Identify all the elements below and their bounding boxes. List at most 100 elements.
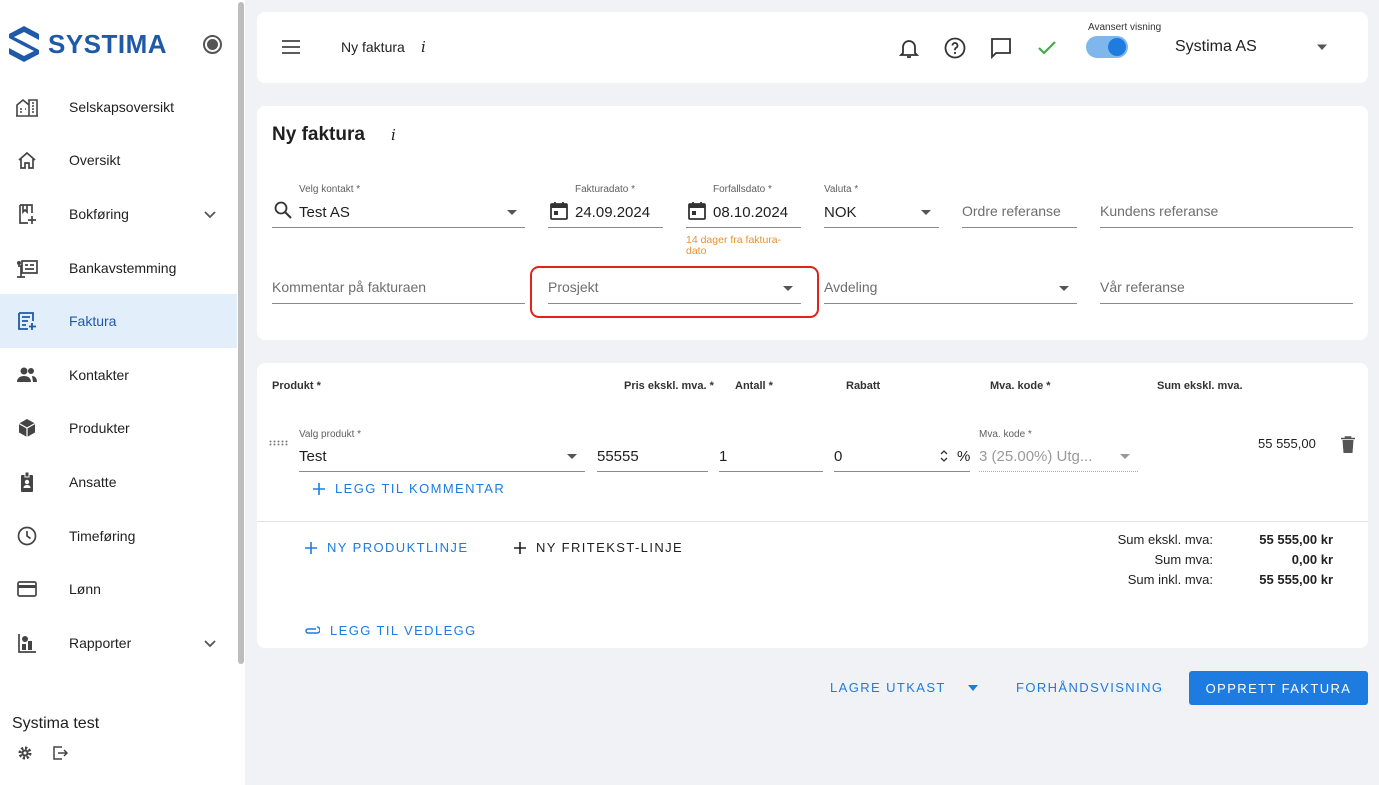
topbar: Ny faktura i Avansert visning Systima AS [257,12,1368,83]
logout-icon[interactable] [52,745,68,761]
calendar-icon[interactable] [688,201,706,220]
drag-handle-icon[interactable] [269,440,288,446]
card-icon [16,578,38,600]
due-date-hint: 14 dager fra faktura-dato [686,234,782,257]
sidebar-item-produkter[interactable]: Produkter [0,402,237,456]
caret-down-icon[interactable] [1059,286,1069,291]
project-highlight-annotation [530,266,819,318]
sum-excl-vat-label: Sum ekskl. mva: [1117,532,1213,547]
order-reference-placeholder: Ordre referanse [962,203,1061,219]
invoice-comment-placeholder: Kommentar på fakturaen [272,279,427,295]
invoice-icon [16,310,38,332]
caret-down-icon[interactable] [1120,454,1130,459]
chevron-down-icon[interactable] [202,635,218,651]
currency-value: NOK [824,204,857,221]
sidebar-item-faktura[interactable]: Faktura [0,294,237,348]
bell-icon[interactable] [897,36,921,60]
caret-down-icon[interactable] [507,210,517,215]
sidebar-item-label: Ansatte [69,473,117,490]
new-freetext-line-button[interactable]: NY FRITEKST-LINJE [514,540,683,555]
hamburger-menu-icon[interactable] [282,40,300,54]
invoice-date-field[interactable]: Fakturadato * 24.09.2024 [548,184,663,228]
discount-value: 0 [834,448,843,465]
invoice-comment-input[interactable]: Kommentar på fakturaen [272,264,525,304]
calendar-icon[interactable] [550,201,568,220]
product-value: Test [299,448,327,465]
page-title: Ny faktura [272,124,365,145]
chat-icon[interactable] [989,36,1013,60]
sidebar-item-kontakter[interactable]: Kontakter [0,348,237,402]
sidebar-item-timeforing[interactable]: Timeføring [0,509,237,563]
save-draft-button[interactable]: LAGRE UTKAST [830,680,946,695]
sidebar-item-bokforing[interactable]: Bokføring [0,187,237,241]
book-plus-icon [16,203,38,225]
sidebar-item-selskapsoversikt[interactable]: Selskapsoversikt [0,80,237,134]
lines-divider [257,521,1368,522]
discount-input[interactable]: 0 % [834,431,970,472]
contact-label: Velg kontakt * [299,184,361,195]
sidebar-scrollbar[interactable] [238,2,244,664]
sidebar-item-label: Bankavstemming [69,259,177,276]
organization-select[interactable]: Systima AS [1175,38,1257,56]
info-icon[interactable]: i [421,38,426,56]
quantity-input[interactable]: 1 [719,431,823,472]
brand-logo[interactable]: SYSTIMA [8,24,167,64]
help-icon[interactable] [943,36,967,60]
our-reference-input[interactable]: Vår referanse [1100,264,1353,304]
create-invoice-label: OPPRETT FAKTURA [1205,680,1352,696]
trash-icon[interactable] [1341,436,1355,453]
sidebar-item-label: Oversikt [69,152,121,169]
spinner-arrows-icon[interactable] [940,449,948,463]
new-product-line-button[interactable]: NY PRODUKTLINJE [305,540,468,555]
sum-incl-vat-value: 55 555,00 kr [1259,572,1333,587]
check-icon[interactable] [1035,36,1059,60]
column-header-price: Pris ekskl. mva. * [624,380,714,392]
currency-select[interactable]: Valuta * NOK [824,184,939,228]
price-input[interactable]: 55555 [597,431,708,472]
sidebar-nav: Selskapsoversikt Oversikt Bokføring Bank… [0,80,237,670]
contact-select[interactable]: Velg kontakt * Test AS [272,184,525,228]
product-label: Valg produkt * [299,429,362,440]
sum-excl-vat-value: 55 555,00 kr [1259,532,1333,547]
people-icon [16,364,38,386]
contact-value: Test AS [299,204,350,221]
caret-down-icon[interactable] [1316,43,1328,51]
building-icon [16,96,38,118]
sidebar-item-oversikt[interactable]: Oversikt [0,134,237,188]
add-comment-label: LEGG TIL KOMMENTAR [335,481,506,496]
sidebar-item-label: Kontakter [69,366,129,383]
create-invoice-button[interactable]: OPPRETT FAKTURA [1189,671,1368,705]
systima-logo-icon [9,26,39,62]
gear-icon[interactable] [17,745,33,761]
info-icon[interactable]: i [391,126,396,144]
product-select[interactable]: Valg produkt * Test [299,429,585,472]
sidebar-item-rapporter[interactable]: Rapporter [0,616,237,670]
sidebar-item-ansatte[interactable]: Ansatte [0,455,237,509]
chevron-down-icon[interactable] [202,206,218,222]
vat-code-select[interactable]: Mva. kode * 3 (25.00%) Utg... [979,429,1138,472]
plus-icon [313,482,325,495]
sum-vat-label: Sum mva: [1154,552,1213,567]
order-reference-input[interactable]: Ordre referanse [962,186,1077,228]
sidebar-item-lonn[interactable]: Lønn [0,562,237,616]
add-attachment-button[interactable]: LEGG TIL VEDLEGG [304,623,477,638]
sum-vat-value: 0,00 kr [1291,552,1333,567]
invoice-header-card: Ny faktura i Velg kontakt * Test AS Fakt… [257,106,1368,340]
department-select[interactable]: Avdeling [824,264,1077,304]
caret-down-icon[interactable] [567,454,577,459]
column-header-discount: Rabatt [846,380,881,392]
record-icon[interactable] [203,35,222,54]
sidebar-item-bankavstemming[interactable]: Bankavstemming [0,241,237,295]
preview-button[interactable]: FORHÅNDSVISNING [1016,680,1163,695]
clock-icon [16,525,38,547]
currency-label: Valuta * [824,184,859,195]
advanced-view-toggle[interactable] [1086,36,1128,58]
caret-down-icon[interactable] [921,210,931,215]
add-comment-button[interactable]: LEGG TIL KOMMENTAR [313,481,505,496]
search-icon [274,201,292,219]
bank-icon [16,257,38,279]
customer-reference-input[interactable]: Kundens referanse [1100,186,1353,228]
sum-incl-vat-label: Sum inkl. mva: [1127,572,1213,587]
caret-down-icon[interactable] [968,685,978,691]
due-date-field[interactable]: Forfallsdato * 08.10.2024 [686,184,801,228]
